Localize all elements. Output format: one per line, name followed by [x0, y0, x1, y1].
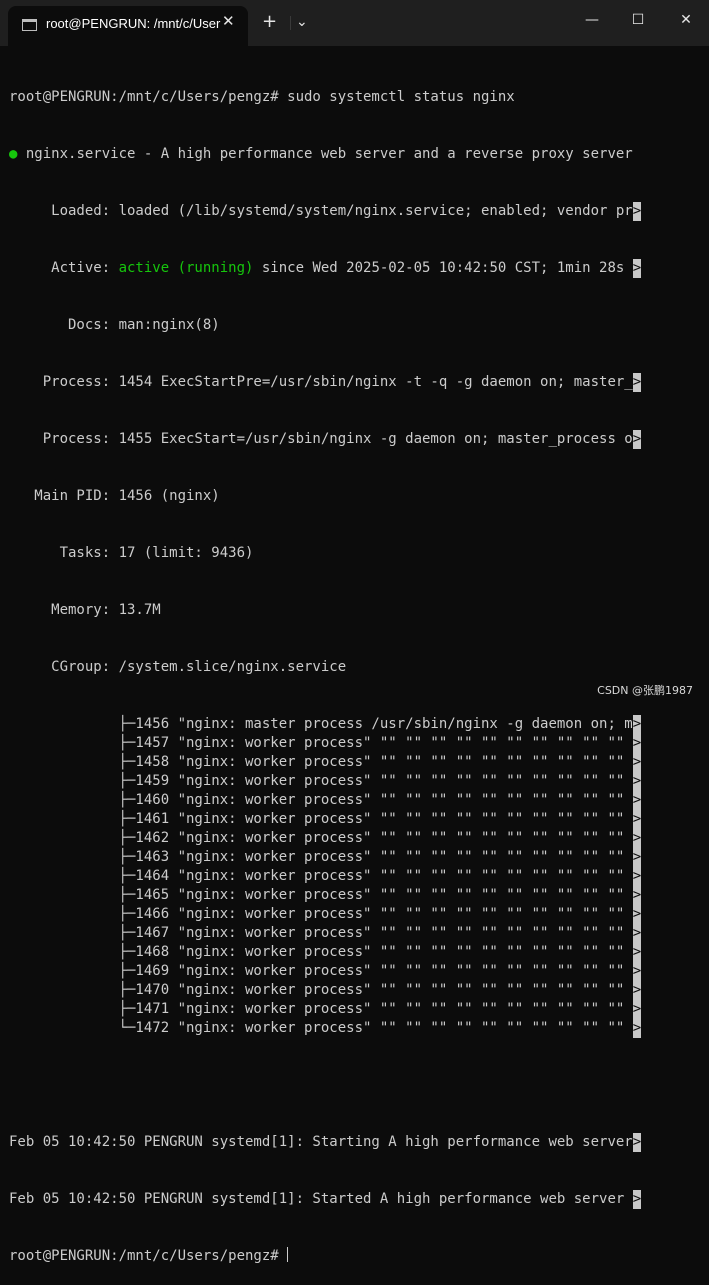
cgroup-process-text: ├─1458 "nginx: worker process" "" "" "" … [9, 754, 633, 770]
cgroup-process-row: ├─1462 "nginx: worker process" "" "" "" … [9, 829, 642, 848]
terminal-icon [22, 19, 37, 31]
truncation-marker: > [632, 962, 642, 981]
prompt-text: root@PENGRUN:/mnt/c/Users/pengz# [9, 1248, 288, 1264]
maximize-button[interactable]: ☐ [615, 0, 661, 40]
truncation-marker: > [632, 753, 642, 772]
cgroup-process-row: ├─1461 "nginx: worker process" "" "" "" … [9, 810, 642, 829]
truncation-marker: > [632, 924, 642, 943]
cgroup-process-row: └─1472 "nginx: worker process" "" "" "" … [9, 1019, 642, 1038]
active-line: Active: active (running) since Wed 2025-… [9, 259, 642, 278]
tab-dropdown-icon[interactable]: ⌄ [296, 11, 308, 33]
truncation-marker: > [632, 886, 642, 905]
loaded-text: Loaded: loaded (/lib/systemd/system/ngin… [9, 203, 633, 219]
minimize-button[interactable]: — [569, 0, 615, 40]
cgroup-process-row: ├─1468 "nginx: worker process" "" "" "" … [9, 943, 642, 962]
tab-title: root@PENGRUN: /mnt/c/User [46, 16, 221, 31]
process-line: Process: 1455 ExecStart=/usr/sbin/nginx … [9, 430, 642, 449]
truncation-marker: > [632, 905, 642, 924]
tab-divider [290, 16, 291, 30]
truncation-marker: > [632, 943, 642, 962]
text-cursor [287, 1247, 289, 1262]
active-state: active (running) [118, 260, 254, 276]
cgroup-process-text: ├─1465 "nginx: worker process" "" "" "" … [9, 887, 633, 903]
cgroup-process-text: ├─1471 "nginx: worker process" "" "" "" … [9, 1001, 633, 1017]
cgroup-process-text: ├─1469 "nginx: worker process" "" "" "" … [9, 963, 633, 979]
tab-close-icon[interactable]: ✕ [222, 12, 235, 30]
truncation-marker: > [632, 791, 642, 810]
loaded-line: Loaded: loaded (/lib/systemd/system/ngin… [9, 202, 642, 221]
cgroup-process-row: ├─1463 "nginx: worker process" "" "" "" … [9, 848, 642, 867]
memory-line: Memory: 13.7M [9, 602, 161, 618]
process-text: Process: 1454 ExecStartPre=/usr/sbin/ngi… [9, 374, 633, 390]
process-line: Process: 1454 ExecStartPre=/usr/sbin/ngi… [9, 373, 642, 392]
truncation-marker: > [632, 1000, 642, 1019]
process-text: Process: 1455 ExecStart=/usr/sbin/nginx … [9, 431, 633, 447]
cgroup-process-row: ├─1471 "nginx: worker process" "" "" "" … [9, 1000, 642, 1019]
active-since: since Wed 2025-02-05 10:42:50 CST; 1min … [253, 260, 633, 276]
truncation-marker: > [632, 430, 642, 449]
cgroup-process-text: ├─1462 "nginx: worker process" "" "" "" … [9, 830, 633, 846]
cgroup-process-text: ├─1461 "nginx: worker process" "" "" "" … [9, 811, 633, 827]
main-pid-line: Main PID: 1456 (nginx) [9, 488, 220, 504]
prompt-line[interactable]: root@PENGRUN:/mnt/c/Users/pengz# [9, 1247, 641, 1266]
truncation-marker: > [632, 373, 642, 392]
cgroup-process-text: └─1472 "nginx: worker process" "" "" "" … [9, 1020, 633, 1036]
truncation-marker: > [632, 715, 642, 734]
truncation-marker: > [632, 734, 642, 753]
log-line: Feb 05 10:42:50 PENGRUN systemd[1]: Star… [9, 1190, 642, 1209]
new-tab-button[interactable]: + [262, 11, 277, 33]
command-line: root@PENGRUN:/mnt/c/Users/pengz# sudo sy… [9, 89, 515, 105]
log-line: Feb 05 10:42:50 PENGRUN systemd[1]: Star… [9, 1133, 642, 1152]
log-text: Feb 05 10:42:50 PENGRUN systemd[1]: Star… [9, 1134, 633, 1150]
truncation-marker: > [632, 1133, 642, 1152]
cgroup-process-text: ├─1466 "nginx: worker process" "" "" "" … [9, 906, 633, 922]
cgroup-line: CGroup: /system.slice/nginx.service [9, 659, 347, 675]
cgroup-process-text: ├─1457 "nginx: worker process" "" "" "" … [9, 735, 633, 751]
cgroup-process-text: ├─1460 "nginx: worker process" "" "" "" … [9, 792, 633, 808]
terminal-tab[interactable]: root@PENGRUN: /mnt/c/User ✕ [8, 6, 248, 46]
cgroup-process-text: ├─1459 "nginx: worker process" "" "" "" … [9, 773, 633, 789]
cgroup-process-row: ├─1464 "nginx: worker process" "" "" "" … [9, 867, 642, 886]
cgroup-process-text: ├─1464 "nginx: worker process" "" "" "" … [9, 868, 633, 884]
cgroup-process-row: ├─1470 "nginx: worker process" "" "" "" … [9, 981, 642, 1000]
truncation-marker: > [632, 202, 642, 221]
cgroup-process-row: ├─1465 "nginx: worker process" "" "" "" … [9, 886, 642, 905]
truncation-marker: > [632, 848, 642, 867]
active-label: Active: [9, 260, 119, 276]
cgroup-process-text: ├─1468 "nginx: worker process" "" "" "" … [9, 944, 633, 960]
truncation-marker: > [632, 867, 642, 886]
truncation-marker: > [632, 772, 642, 791]
cgroup-process-row: ├─1456 "nginx: master process /usr/sbin/… [9, 715, 642, 734]
tasks-line: Tasks: 17 (limit: 9436) [9, 545, 254, 561]
cgroup-process-text: ├─1467 "nginx: worker process" "" "" "" … [9, 925, 633, 941]
cgroup-process-row: ├─1459 "nginx: worker process" "" "" "" … [9, 772, 642, 791]
docs-line: Docs: man:nginx(8) [9, 317, 220, 333]
cgroup-process-text: ├─1470 "nginx: worker process" "" "" "" … [9, 982, 633, 998]
truncation-marker: > [632, 259, 642, 278]
truncation-marker: > [632, 829, 642, 848]
truncation-marker: > [632, 1019, 642, 1038]
terminal-output[interactable]: root@PENGRUN:/mnt/c/Users/pengz# sudo sy… [9, 50, 642, 1285]
watermark: CSDN @张鹏1987 [597, 684, 693, 697]
cgroup-process-row: ├─1469 "nginx: worker process" "" "" "" … [9, 962, 642, 981]
truncation-marker: > [632, 981, 642, 1000]
cgroup-process-row: ├─1466 "nginx: worker process" "" "" "" … [9, 905, 642, 924]
cgroup-process-row: ├─1460 "nginx: worker process" "" "" "" … [9, 791, 642, 810]
cgroup-process-row: ├─1458 "nginx: worker process" "" "" "" … [9, 753, 642, 772]
truncation-marker: > [632, 810, 642, 829]
service-description: nginx.service - A high performance web s… [17, 146, 633, 162]
cgroup-process-text: ├─1456 "nginx: master process /usr/sbin/… [9, 716, 633, 732]
cgroup-process-list: ├─1456 "nginx: master process /usr/sbin/… [9, 715, 642, 1038]
close-button[interactable]: ✕ [663, 0, 709, 40]
title-bar: root@PENGRUN: /mnt/c/User ✕ + ⌄ — ☐ ✕ [0, 0, 709, 46]
truncation-marker: > [632, 1190, 642, 1209]
service-header: ● nginx.service - A high performance web… [9, 145, 641, 164]
cgroup-process-row: ├─1457 "nginx: worker process" "" "" "" … [9, 734, 642, 753]
cgroup-process-row: ├─1467 "nginx: worker process" "" "" "" … [9, 924, 642, 943]
cgroup-process-text: ├─1463 "nginx: worker process" "" "" "" … [9, 849, 633, 865]
log-text: Feb 05 10:42:50 PENGRUN systemd[1]: Star… [9, 1191, 633, 1207]
